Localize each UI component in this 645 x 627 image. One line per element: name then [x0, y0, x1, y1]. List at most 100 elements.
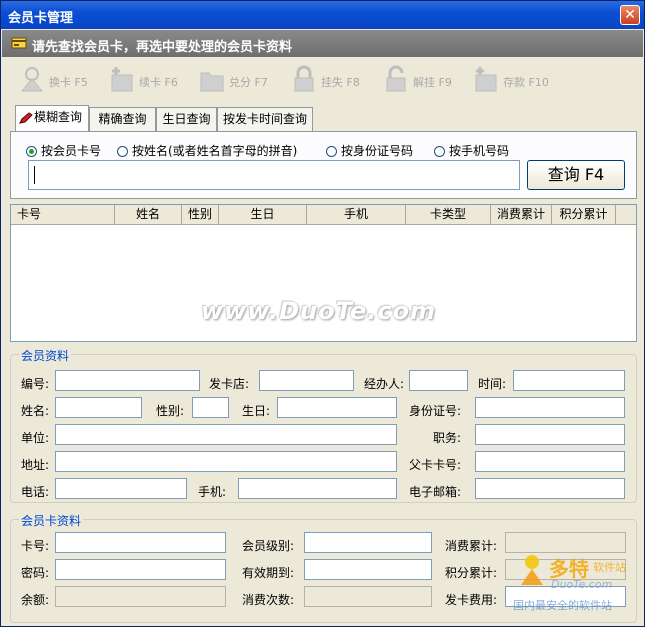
radio-label: 按身份证号码	[341, 144, 414, 158]
address-input[interactable]	[55, 451, 397, 472]
birthday-input[interactable]	[277, 397, 397, 418]
column-header[interactable]: 卡类型	[406, 205, 491, 224]
mobile-input[interactable]	[238, 478, 397, 499]
logo-sub: 软件站	[593, 561, 626, 574]
radio-dot	[434, 146, 445, 157]
position-input[interactable]	[475, 424, 625, 445]
title-bar[interactable]: 会员卡管理 ✕	[1, 1, 644, 29]
name-input[interactable]	[55, 397, 142, 418]
banner-text: 请先查找会员卡，再选中要处理的会员卡资料	[32, 40, 293, 55]
phone-input[interactable]	[55, 478, 187, 499]
radio-mobile[interactable]: 按手机号码	[434, 142, 509, 159]
consume-count-field	[304, 586, 432, 607]
store-input[interactable]	[259, 370, 354, 391]
radio-label: 按姓名(或者姓名首字母的拼音)	[132, 144, 298, 158]
mobile-label: 手机:	[198, 485, 227, 499]
card-number-input[interactable]	[55, 532, 226, 553]
main-window: 会员卡管理 ✕ 请先查找会员卡，再选中要处理的会员卡资料 换卡 F5 续卡 F6…	[0, 0, 645, 627]
consume-count-label: 消费次数:	[242, 593, 295, 607]
column-header[interactable]: 积分累计	[552, 205, 616, 224]
toolbar-label: 兑分 F7	[229, 76, 268, 89]
parent-card-input[interactable]	[475, 451, 625, 472]
tab-label: 模糊查询	[34, 110, 83, 124]
radio-name[interactable]: 按姓名(或者姓名首字母的拼音)	[117, 142, 297, 159]
address-label: 地址:	[21, 458, 50, 472]
unlock-icon	[386, 65, 406, 92]
toolbar-label: 换卡 F5	[49, 76, 88, 89]
radio-label: 按手机号码	[449, 144, 510, 158]
swap-card-icon	[20, 67, 44, 92]
card-number-label: 卡号:	[21, 539, 50, 553]
figure-logo-icon	[521, 555, 543, 585]
renew-card-icon	[111, 67, 133, 92]
window-title: 会员卡管理	[8, 11, 74, 26]
redeem-points-icon	[200, 72, 224, 92]
email-label: 电子邮箱:	[409, 485, 462, 499]
instruction-banner: 请先查找会员卡，再选中要处理的会员卡资料	[2, 30, 643, 57]
logo-domain: DuoTe.com	[551, 578, 613, 591]
tab-issue-time-query[interactable]: 按发卡时间查询	[217, 107, 313, 131]
points-total-label: 积分累计:	[445, 566, 498, 580]
column-header[interactable]: 姓名	[115, 205, 182, 224]
tab-fuzzy-query[interactable]: 模糊查询	[15, 105, 89, 131]
number-input[interactable]	[55, 370, 200, 391]
time-label: 时间:	[478, 377, 507, 391]
time-input[interactable]	[513, 370, 625, 391]
toolbar-label: 解挂 F9	[413, 76, 452, 89]
radio-dot	[326, 146, 337, 157]
grid-header: 卡号 姓名 性别 生日 手机 卡类型 消费累计 积分累计	[11, 205, 636, 225]
logo-slogan: 国内最安全的软件站	[513, 599, 612, 612]
gender-label: 性别:	[156, 404, 185, 418]
lock-icon	[294, 65, 314, 92]
gender-input[interactable]	[192, 397, 229, 418]
tab-birthday-query[interactable]: 生日查询	[156, 107, 217, 131]
column-header[interactable]: 性别	[182, 205, 219, 224]
store-label: 发卡店:	[209, 377, 250, 391]
close-button[interactable]: ✕	[620, 5, 640, 25]
fee-label: 发卡费用:	[445, 593, 498, 607]
column-header[interactable]: 生日	[219, 205, 307, 224]
id-label: 身份证号:	[409, 404, 462, 418]
text-caret	[34, 166, 35, 184]
tab-exact-query[interactable]: 精确查询	[89, 107, 156, 131]
member-level-input[interactable]	[304, 532, 432, 553]
column-header[interactable]: 消费累计	[491, 205, 552, 224]
toolbar-label: 存款 F10	[503, 76, 549, 89]
radio-card-number[interactable]: 按会员卡号	[26, 142, 101, 159]
number-label: 编号:	[21, 377, 50, 391]
birthday-label: 生日:	[242, 404, 271, 418]
column-header[interactable]: 卡号	[11, 205, 115, 224]
query-button[interactable]: 查询 F4	[527, 160, 625, 190]
pencil-icon	[19, 112, 33, 124]
toolbar-label: 挂失 F8	[321, 76, 360, 89]
search-input[interactable]	[28, 160, 520, 190]
card-icon	[11, 37, 27, 49]
balance-label: 余额:	[21, 593, 50, 607]
radio-dot	[117, 146, 128, 157]
toolbar-label: 续卡 F6	[139, 76, 178, 89]
email-input[interactable]	[475, 478, 625, 499]
phone-label: 电话:	[21, 485, 50, 499]
balance-field	[55, 586, 226, 607]
password-input[interactable]	[55, 559, 226, 580]
search-panel: 按会员卡号 按姓名(或者姓名首字母的拼音) 按身份证号码 按手机号码 查询 F4	[10, 131, 637, 199]
company-input[interactable]	[55, 424, 397, 445]
group-legend: 会员卡资料	[19, 512, 84, 529]
corner-logo: 多特 软件站 DuoTe.com 国内最安全的软件站	[511, 549, 645, 627]
expire-input[interactable]	[304, 559, 432, 580]
deposit-icon	[475, 67, 497, 92]
handler-input[interactable]	[409, 370, 468, 391]
radio-label: 按会员卡号	[41, 144, 102, 158]
name-label: 姓名:	[21, 404, 50, 418]
radio-id-number[interactable]: 按身份证号码	[326, 142, 413, 159]
group-legend: 会员资料	[19, 347, 72, 364]
position-label: 职务:	[433, 431, 462, 445]
parent-card-label: 父卡卡号:	[409, 458, 462, 472]
password-label: 密码:	[21, 566, 50, 580]
column-header[interactable]: 手机	[307, 205, 406, 224]
id-input[interactable]	[475, 397, 625, 418]
expire-label: 有效期到:	[242, 566, 295, 580]
member-level-label: 会员级别:	[242, 539, 295, 553]
radio-dot	[26, 146, 37, 157]
tab-label: 生日查询	[162, 112, 211, 126]
